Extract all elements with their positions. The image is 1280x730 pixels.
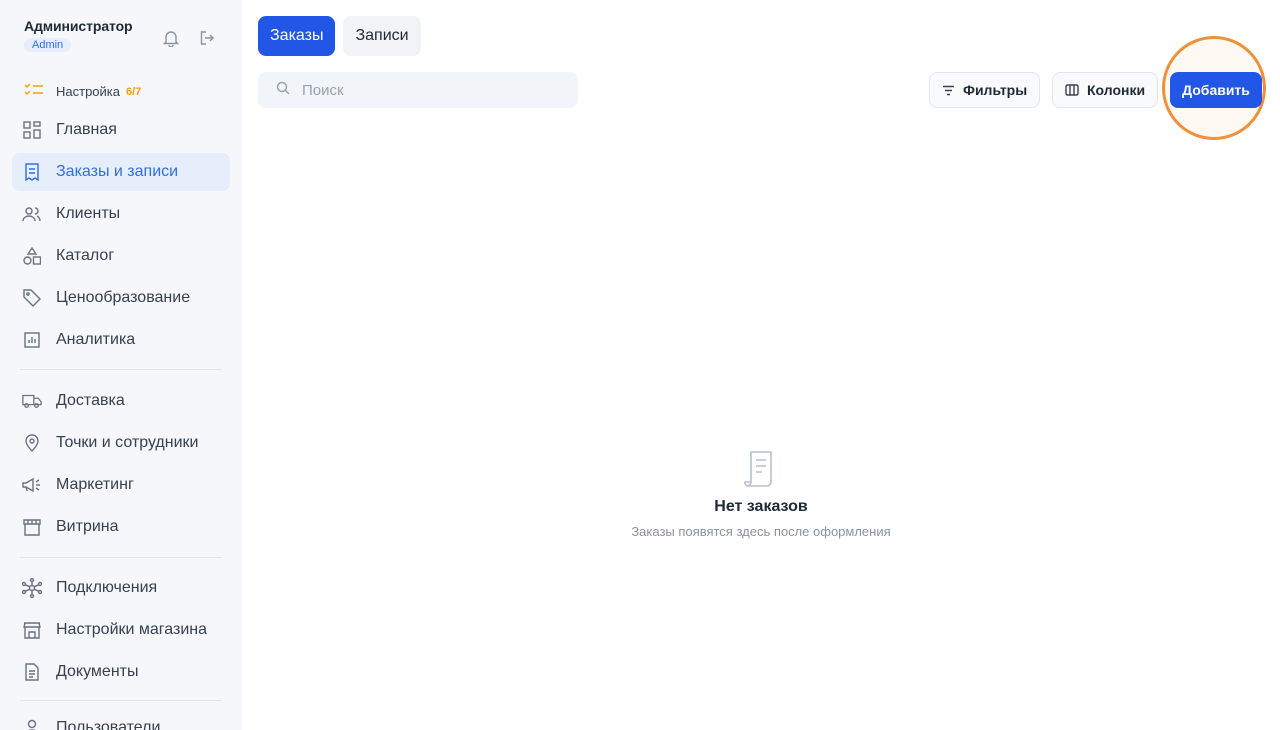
sidebar-item-pricing[interactable]: Ценообразование [12, 279, 230, 317]
sidebar-divider [20, 700, 222, 701]
sidebar-item-home[interactable]: Главная [12, 111, 230, 149]
empty-state: Нет заказов Заказы появятся здесь после … [580, 450, 942, 539]
sidebar-item-label: Ценообразование [56, 289, 191, 306]
storefront-icon [22, 517, 42, 537]
sidebar-item-documents[interactable]: Документы [12, 653, 230, 691]
network-icon [22, 578, 42, 598]
search-icon [276, 81, 290, 100]
logout-icon[interactable] [198, 28, 216, 48]
grid-icon [22, 120, 42, 140]
sidebar-item-locations[interactable]: Точки и сотрудники [12, 424, 230, 462]
sidebar-item-users[interactable]: Пользователи [12, 709, 230, 730]
sidebar-item-catalog[interactable]: Каталог [12, 237, 230, 275]
sidebar-item-store-settings[interactable]: Настройки магазина [12, 611, 230, 649]
sidebar-item-label: Главная [56, 121, 117, 138]
sidebar-item-label: Маркетинг [56, 476, 134, 493]
setup-label: Настройка [56, 84, 120, 99]
chart-icon [22, 330, 42, 350]
nav-group-users: Пользователи [12, 709, 230, 730]
filter-icon [942, 85, 955, 96]
sidebar-item-label: Доставка [56, 392, 125, 409]
megaphone-icon [22, 475, 42, 495]
sidebar-item-label: Клиенты [56, 205, 121, 222]
sidebar-item-storefront[interactable]: Витрина [12, 508, 230, 546]
store-icon [22, 620, 42, 640]
nav-group-settings: Подключения Настройки магазина Документы [12, 569, 230, 695]
role-badge: Admin [24, 38, 72, 52]
tab-orders[interactable]: Заказы [258, 16, 336, 56]
bell-icon[interactable] [162, 28, 180, 48]
sidebar-divider [20, 369, 222, 370]
shapes-icon [22, 246, 42, 266]
sidebar-item-delivery[interactable]: Доставка [12, 382, 230, 420]
sidebar-item-label: Подключения [56, 579, 158, 596]
search-box [258, 72, 578, 108]
columns-icon [1065, 84, 1079, 96]
user-name: Администратор [24, 18, 133, 34]
sidebar-item-label: Аналитика [56, 331, 136, 348]
sidebar-item-label: Каталог [56, 247, 115, 264]
map-pin-icon [22, 433, 42, 453]
setup-progress: 6/7 [126, 85, 142, 98]
search-input[interactable] [302, 81, 562, 99]
sidebar-item-integrations[interactable]: Подключения [12, 569, 230, 607]
document-icon [22, 662, 42, 682]
sidebar-item-marketing[interactable]: Маркетинг [12, 466, 230, 504]
tab-bookings[interactable]: Записи [343, 16, 421, 56]
add-button[interactable]: Добавить [1170, 72, 1262, 108]
checklist-icon [24, 82, 44, 101]
sidebar-item-analytics[interactable]: Аналитика [12, 321, 230, 359]
user-block: Администратор Admin [24, 18, 133, 53]
sidebar-item-label: Пользователи [56, 719, 161, 730]
nav-group-operations: Доставка Точки и сотрудники Маркетинг Ви… [12, 382, 230, 550]
receipt-icon [22, 162, 42, 182]
sidebar-item-label: Витрина [56, 518, 119, 535]
sidebar-top-icons [162, 28, 216, 48]
user-icon [22, 718, 42, 730]
columns-label: Колонки [1087, 82, 1146, 98]
receipt-icon [580, 450, 942, 488]
filters-button[interactable]: Фильтры [929, 72, 1041, 108]
sidebar-item-label: Документы [56, 663, 139, 680]
tag-icon [22, 288, 42, 308]
empty-state-title: Нет заказов [714, 498, 808, 515]
setup-checklist[interactable]: Настройка 6/7 [24, 82, 141, 101]
columns-button[interactable]: Колонки [1052, 72, 1159, 108]
truck-icon [22, 391, 42, 411]
sidebar-item-clients[interactable]: Клиенты [12, 195, 230, 233]
sidebar-item-orders[interactable]: Заказы и записи [12, 153, 230, 191]
sidebar-item-label: Настройки магазина [56, 621, 208, 638]
filters-label: Фильтры [963, 82, 1028, 98]
empty-state-subtitle: Заказы появятся здесь после оформления [631, 524, 891, 539]
sidebar: Администратор Admin Настройка 6/7 Главна… [0, 0, 242, 730]
view-tabs: Заказы Записи [258, 16, 421, 56]
sidebar-item-label: Точки и сотрудники [56, 434, 199, 451]
sidebar-divider [20, 557, 222, 558]
users-icon [22, 204, 42, 224]
sidebar-item-label: Заказы и записи [56, 163, 179, 180]
nav-group-main: Главная Заказы и записи Клиенты Каталог … [12, 111, 230, 363]
